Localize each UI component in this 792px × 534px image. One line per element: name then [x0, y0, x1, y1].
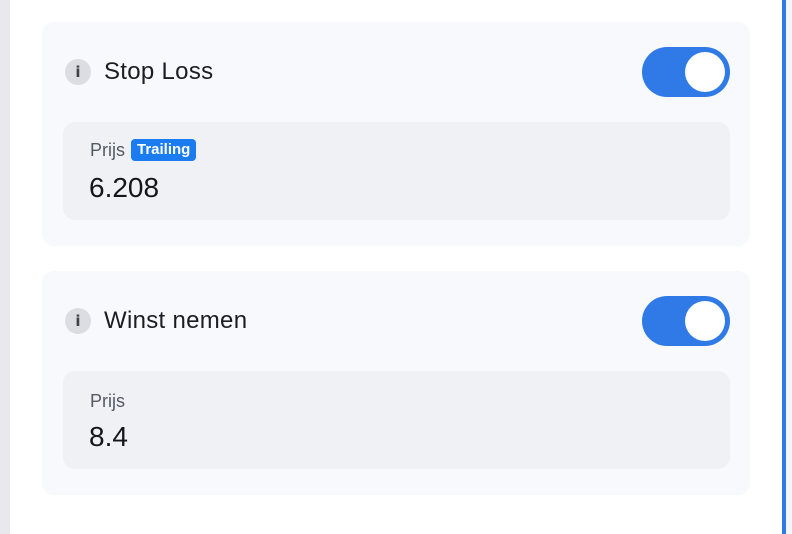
take-profit-price-field[interactable]: Prijs 8.4 — [63, 371, 730, 469]
panel-edge — [786, 0, 792, 534]
take-profit-card: i Winst nemen Prijs 8.4 — [42, 271, 750, 495]
stop-loss-header: i Stop Loss — [65, 46, 730, 98]
price-label: Prijs — [90, 139, 125, 160]
toggle-knob — [685, 301, 725, 341]
take-profit-title: Winst nemen — [104, 307, 248, 334]
field-label-row: Prijs — [90, 391, 125, 412]
stop-loss-price-field[interactable]: Prijs Trailing 6.208 — [63, 122, 730, 220]
stop-loss-title: Stop Loss — [104, 58, 214, 85]
price-label: Prijs — [90, 391, 125, 411]
trailing-badge: Trailing — [131, 139, 197, 161]
take-profit-toggle[interactable] — [642, 296, 730, 346]
take-profit-header: i Winst nemen — [65, 295, 730, 347]
info-icon[interactable]: i — [65, 59, 91, 85]
field-label-row: Prijs Trailing — [90, 139, 197, 161]
stop-loss-card: i Stop Loss Prijs Trailing 6.208 — [42, 22, 750, 246]
stop-loss-price-value[interactable]: 6.208 — [89, 172, 159, 204]
stop-loss-toggle[interactable] — [642, 47, 730, 97]
info-icon[interactable]: i — [65, 308, 91, 334]
toggle-knob — [685, 52, 725, 92]
order-settings-panel: i Stop Loss Prijs Trailing 6.208 i Winst… — [10, 0, 782, 534]
take-profit-price-value[interactable]: 8.4 — [89, 421, 128, 453]
